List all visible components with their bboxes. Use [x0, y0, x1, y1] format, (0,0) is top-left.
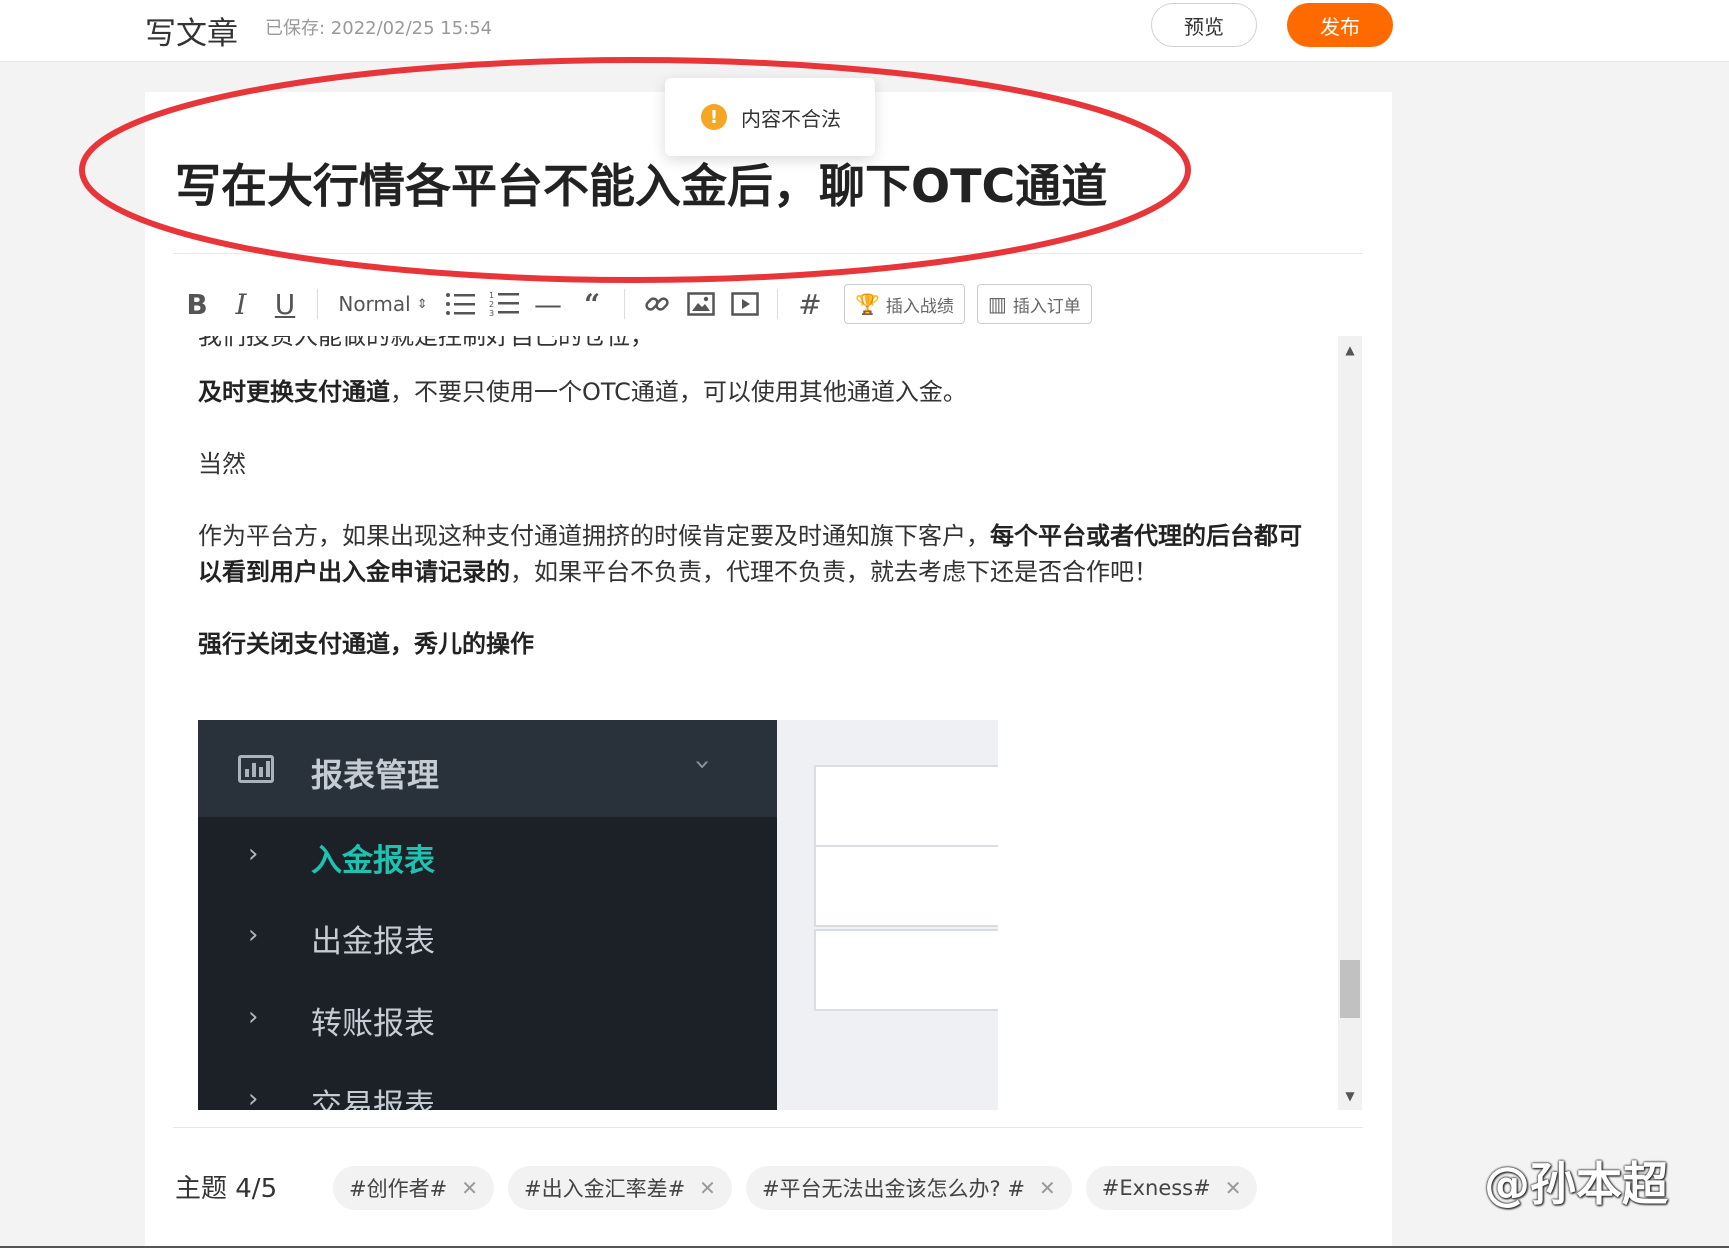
insert-record-label: 插入战绩: [885, 296, 954, 317]
toolbar-separator: [317, 289, 318, 319]
paragraph: 作为平台方，如果出现这种支付通道拥挤的时候肯定要及时通知旗下客户，每个平台或者代…: [198, 518, 1318, 590]
screenshot-table-cell: [814, 765, 998, 847]
trophy-icon: 🏆: [855, 292, 880, 316]
screenshot-menu-label: 交易报表: [311, 1088, 435, 1110]
paragraph: 当然: [198, 446, 1318, 482]
link-icon[interactable]: [635, 284, 679, 324]
paragraph-text: ，不要只使用一个OTC通道，可以使用其他通道入金。: [390, 378, 967, 406]
topic-tag-label: #出入金汇率差#: [523, 1177, 686, 1201]
page-title: 写文章: [145, 16, 238, 52]
italic-icon[interactable]: I: [219, 284, 263, 324]
screenshot-menu-header-label: 报表管理: [311, 756, 440, 794]
insert-order-label: 插入订单: [1012, 296, 1081, 317]
topic-tag[interactable]: #平台无法出金该怎么办? # ✕: [745, 1166, 1072, 1210]
topic-tags: #创作者# ✕ #出入金汇率差# ✕ #平台无法出金该怎么办? # ✕ #Exness…: [333, 1166, 1271, 1210]
quote-icon[interactable]: “: [570, 284, 614, 324]
embedded-screenshot[interactable]: 报表管理 › › 入金报表 › 出金报表 › 转账报表 › 交易报表: [198, 720, 998, 1110]
screenshot-content-area: [777, 720, 998, 1110]
error-toast: ! 内容不合法: [665, 78, 875, 156]
screenshot-menu-label: 入金报表: [311, 843, 435, 879]
article-title-input[interactable]: 写在大行情各平台不能入金后，聊下OTC通道: [175, 150, 1107, 216]
chevron-right-icon: ›: [248, 1002, 259, 1032]
paragraph: 强行关闭支付通道，秀儿的操作: [198, 626, 1318, 662]
screenshot-menu-label: 转账报表: [311, 1006, 435, 1042]
insert-record-button[interactable]: 🏆 插入战绩: [844, 284, 965, 324]
publish-button[interactable]: 发布: [1287, 3, 1393, 47]
topic-tag-label: #创作者#: [349, 1177, 448, 1201]
topic-tag[interactable]: #Exness# ✕: [1085, 1166, 1258, 1210]
screenshot-table-cell: [814, 845, 998, 927]
watermark: @孙本超: [1484, 1157, 1668, 1211]
scroll-up-icon[interactable]: ▲: [1338, 340, 1362, 360]
ordered-list-icon[interactable]: 123: [482, 284, 526, 324]
format-select-value: Normal: [338, 292, 411, 316]
top-bar: 写文章 已保存: 2022/02/25 15:54 预览 发布: [0, 0, 1729, 62]
chevron-right-icon: ›: [248, 920, 259, 950]
close-icon[interactable]: ✕: [699, 1176, 716, 1200]
paragraph: 及时更换支付通道，不要只使用一个OTC通道，可以使用其他通道入金。: [198, 374, 1318, 410]
editor-scrollbar[interactable]: ▲ ▼: [1338, 336, 1362, 1110]
paragraph: 我们投资人能做的就是控制好自己的仓位，: [198, 336, 1318, 354]
hashtag-icon[interactable]: #: [788, 284, 832, 324]
format-select[interactable]: Normal ⇕: [328, 284, 438, 324]
order-icon: ▥: [987, 292, 1007, 316]
screenshot-sidebar: 报表管理 › › 入金报表 › 出金报表 › 转账报表 › 交易报表: [198, 720, 777, 1110]
screenshot-menu-item: › 出金报表: [198, 898, 777, 980]
topic-tag[interactable]: #创作者# ✕: [333, 1166, 494, 1210]
topic-tag-label: #平台无法出金该怎么办? #: [761, 1177, 1025, 1201]
underline-icon[interactable]: U: [263, 284, 307, 324]
scroll-thumb[interactable]: [1340, 960, 1360, 1018]
editor-toolbar: B I U Normal ⇕ 123 — “ # 🏆 插入战绩 ▥ 插入订单: [175, 278, 1365, 330]
screenshot-menu-item: › 交易报表: [198, 1062, 777, 1110]
screenshot-table-cell: [814, 929, 998, 1011]
saved-status: 已保存: 2022/02/25 15:54: [265, 18, 493, 39]
toast-message: 内容不合法: [741, 106, 841, 131]
image-icon[interactable]: [679, 284, 723, 324]
paragraph-text: 作为平台方，如果出现这种支付通道拥挤的时候肯定要及时通知旗下客户，: [198, 522, 990, 550]
paragraph-text: ，如果平台不负责，代理不负责，就去考虑下还是否合作吧！: [510, 558, 1158, 586]
bold-text: 强行关闭支付通道，秀儿的操作: [198, 630, 534, 658]
preview-button[interactable]: 预览: [1151, 3, 1257, 47]
screenshot-menu-item: › 入金报表: [198, 817, 777, 899]
svg-text:1: 1: [489, 291, 494, 300]
title-divider: [173, 253, 1363, 254]
updown-icon: ⇕: [416, 296, 428, 312]
screenshot-menu-item: › 转账报表: [198, 980, 777, 1062]
content-divider: [173, 1127, 1363, 1128]
svg-text:2: 2: [489, 300, 494, 309]
horizontal-rule-icon[interactable]: —: [526, 284, 570, 324]
screenshot-menu-label: 出金报表: [311, 924, 435, 960]
insert-order-button[interactable]: ▥ 插入订单: [976, 284, 1092, 324]
chevron-down-icon: ›: [687, 758, 721, 771]
topic-tag-label: #Exness#: [1101, 1176, 1211, 1200]
chevron-right-icon: ›: [248, 839, 259, 869]
svg-text:3: 3: [489, 309, 494, 318]
warning-icon: !: [701, 104, 727, 130]
report-chart-icon: [238, 755, 274, 783]
video-icon[interactable]: [723, 284, 767, 324]
bold-icon[interactable]: B: [175, 284, 219, 324]
paragraph-text: 当然: [198, 450, 246, 478]
screenshot-menu-header: 报表管理 ›: [198, 720, 777, 817]
topic-tag[interactable]: #出入金汇率差# ✕: [507, 1166, 732, 1210]
toolbar-separator: [777, 289, 778, 319]
toolbar-separator: [624, 289, 625, 319]
bold-text: 及时更换支付通道: [198, 378, 390, 406]
scroll-down-icon[interactable]: ▼: [1338, 1086, 1362, 1106]
close-icon[interactable]: ✕: [1225, 1176, 1242, 1200]
chevron-right-icon: ›: [248, 1084, 259, 1110]
close-icon[interactable]: ✕: [1039, 1176, 1056, 1200]
close-icon[interactable]: ✕: [461, 1176, 478, 1200]
topic-count-label: 主题 4/5: [175, 1174, 278, 1204]
bullet-list-icon[interactable]: [438, 284, 482, 324]
paragraph-text: 我们投资人能做的就是控制好自己的仓位，: [198, 336, 654, 350]
